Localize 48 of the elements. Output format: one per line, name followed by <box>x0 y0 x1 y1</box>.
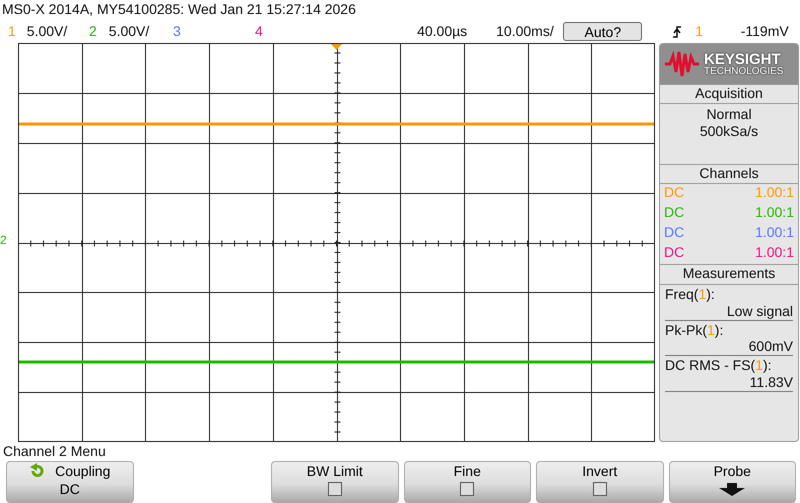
softkey[interactable]: Fine <box>404 461 531 503</box>
probe-ratio: 1.00:1 <box>755 184 794 202</box>
timebase-delay: 40.00µs <box>417 23 468 40</box>
channel-coupling: DC <box>664 224 684 242</box>
channel-coupling: DC <box>664 244 684 262</box>
channel-coupling: DC <box>664 184 684 202</box>
measurement-value: Low signal <box>726 302 793 319</box>
down-arrow-icon <box>718 483 746 497</box>
trigger-position-marker <box>331 44 342 50</box>
channel-scale: 5.00V/ <box>26 23 68 40</box>
trigger-level: -119mV <box>740 23 789 40</box>
measurement-value: 11.83V <box>750 374 793 390</box>
softkey[interactable]: BW Limit <box>271 461 398 503</box>
measurement-value: 600mV <box>748 338 793 354</box>
probe-ratio: 1.00:1 <box>755 204 794 222</box>
ground-marker: 2 <box>0 233 7 248</box>
timebase-scale: 10.00ms/ <box>496 23 554 40</box>
logo-text: KEYSIGHT <box>704 52 781 66</box>
probe-softkey[interactable]: Probe <box>668 461 796 503</box>
channel-number: 3 <box>173 23 181 40</box>
checkbox[interactable] <box>460 482 474 496</box>
wave-logo-icon <box>664 51 700 77</box>
auto-button[interactable]: Auto? <box>563 22 642 41</box>
trigger-source: 1 <box>695 23 704 40</box>
panel-title: Measurements <box>682 265 776 281</box>
panel-title: Acquisition <box>695 85 763 101</box>
channel-number: 1 <box>8 23 16 40</box>
channel-coupling: DC <box>664 204 684 222</box>
panel-title: Channels <box>699 165 759 181</box>
cycle-icon <box>29 463 46 479</box>
channel-scale: 5.00V/ <box>108 23 150 40</box>
logo-subtitle: TECHNOLOGIES <box>704 66 784 76</box>
menu-title: Channel 2 Menu <box>3 443 106 459</box>
checkbox[interactable] <box>592 482 607 496</box>
probe-ratio: 1.00:1 <box>755 244 794 262</box>
acquisition-mode: Normal <box>706 106 752 123</box>
probe-ratio: 1.00:1 <box>755 224 794 242</box>
measurement-label: DC RMS - FS(1): <box>665 356 772 374</box>
channel-number: 4 <box>255 23 263 40</box>
measurement-label: Freq(1): <box>665 285 715 303</box>
softkey[interactable]: Invert <box>536 461 664 503</box>
coupling-softkey[interactable]: Coupling DC <box>6 461 134 503</box>
trigger-edge-icon <box>672 24 682 38</box>
sample-rate: 500kSa/s <box>700 122 758 140</box>
channel-number: 2 <box>89 23 97 40</box>
checkbox[interactable] <box>328 482 342 496</box>
window-title: MS0-X 2014A, MY54100285: Wed Jan 21 15:27:14 2026 <box>2 1 356 17</box>
measurement-label: Pk-Pk(1): <box>665 320 724 338</box>
